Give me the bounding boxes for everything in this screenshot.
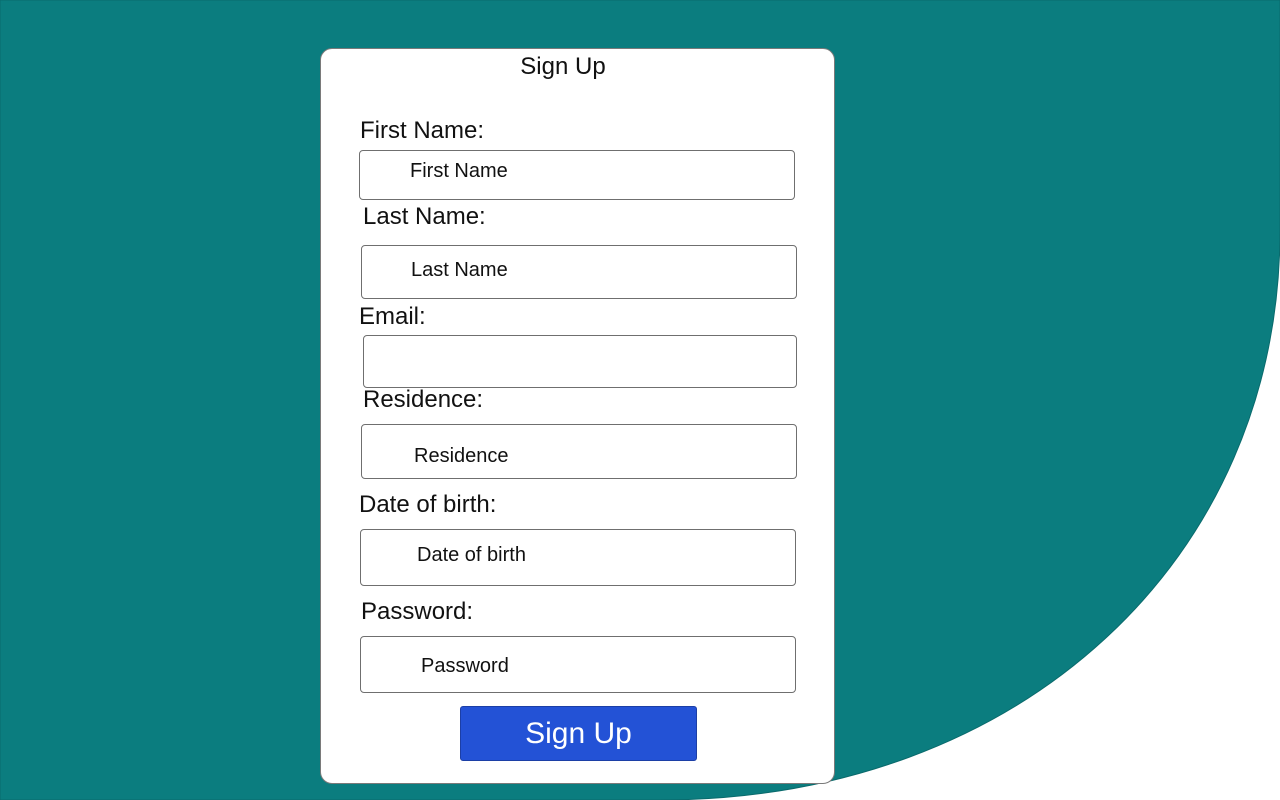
- first-name-label: First Name:: [360, 117, 485, 144]
- password-input[interactable]: [360, 636, 796, 693]
- password-label: Password:: [361, 598, 474, 625]
- form-title: Sign Up: [520, 53, 606, 80]
- signup-form-card: Sign Up First Name: Last Name: Email: Re…: [320, 48, 835, 784]
- sign-up-button[interactable]: Sign Up: [460, 706, 697, 761]
- email-input[interactable]: [363, 335, 797, 388]
- date-of-birth-label: Date of birth:: [359, 491, 497, 518]
- last-name-label: Last Name:: [363, 203, 486, 230]
- email-label: Email:: [359, 303, 426, 330]
- first-name-input[interactable]: [359, 150, 795, 200]
- residence-label: Residence:: [363, 386, 484, 413]
- last-name-input[interactable]: [361, 245, 797, 299]
- residence-input[interactable]: [361, 424, 797, 479]
- date-of-birth-input[interactable]: [360, 529, 796, 586]
